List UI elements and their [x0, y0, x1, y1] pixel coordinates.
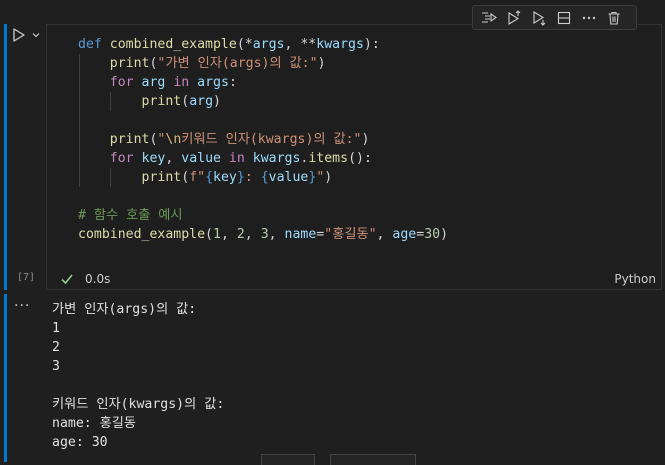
- code-line-8: print(f"{key}: {value}"): [141, 170, 333, 185]
- output-line: 가변 인자(args)의 값:: [52, 302, 197, 317]
- output-focus-indicator: [4, 294, 7, 462]
- code-line-2: print("가변 인자(args)의 값:"): [109, 56, 326, 71]
- output-line: 3: [52, 359, 60, 374]
- output-line: age: 30: [52, 435, 108, 450]
- code-line-7: for key, value in kwargs.items():: [109, 151, 372, 166]
- code-line-6: print("\n키워드 인자(kwargs)의 값:"): [109, 132, 370, 147]
- code-line-4: print(arg): [141, 94, 221, 109]
- code-line-11: combined_example(1, 2, 3, name="홍길동", ag…: [78, 227, 449, 242]
- cell-output: 가변 인자(args)의 값: 1 2 3 키워드 인자(kwargs)의 값: nam…: [52, 300, 224, 452]
- code-lines: def combined_example(*args, **kwargs): p…: [78, 35, 448, 244]
- output-line: 키워드 인자(kwargs)의 값:: [52, 397, 225, 412]
- delete-icon[interactable]: [603, 7, 625, 29]
- code-line-10: # 함수 호출 예시: [78, 208, 183, 223]
- execution-time: 0.0s: [85, 272, 111, 286]
- add-code-button-peek[interactable]: [261, 454, 315, 465]
- check-icon: [61, 274, 73, 285]
- split-cell-icon[interactable]: [553, 7, 575, 29]
- output-line: 1: [52, 321, 60, 336]
- code-line-1: def combined_example(*args, **kwargs):: [78, 37, 380, 52]
- chevron-down-icon[interactable]: [31, 30, 41, 40]
- more-icon[interactable]: [578, 7, 600, 29]
- execution-count: [7]: [17, 272, 36, 283]
- execute-above-icon[interactable]: [503, 7, 525, 29]
- cell-toolbar: [472, 5, 637, 30]
- output-more-icon[interactable]: ···: [14, 298, 30, 314]
- execute-below-icon[interactable]: [528, 7, 550, 29]
- run-cell-icon[interactable]: [11, 27, 27, 43]
- language-selector[interactable]: Python: [614, 272, 656, 286]
- output-line: name: 홍길동: [52, 416, 137, 431]
- cell-focus-indicator: [4, 24, 7, 290]
- add-markdown-button-peek[interactable]: [330, 454, 416, 465]
- output-line: 2: [52, 340, 60, 355]
- run-by-line-icon[interactable]: [478, 7, 500, 29]
- code-line-3: for arg in args:: [109, 75, 237, 90]
- code-editor[interactable]: def combined_example(*args, **kwargs): p…: [46, 24, 662, 290]
